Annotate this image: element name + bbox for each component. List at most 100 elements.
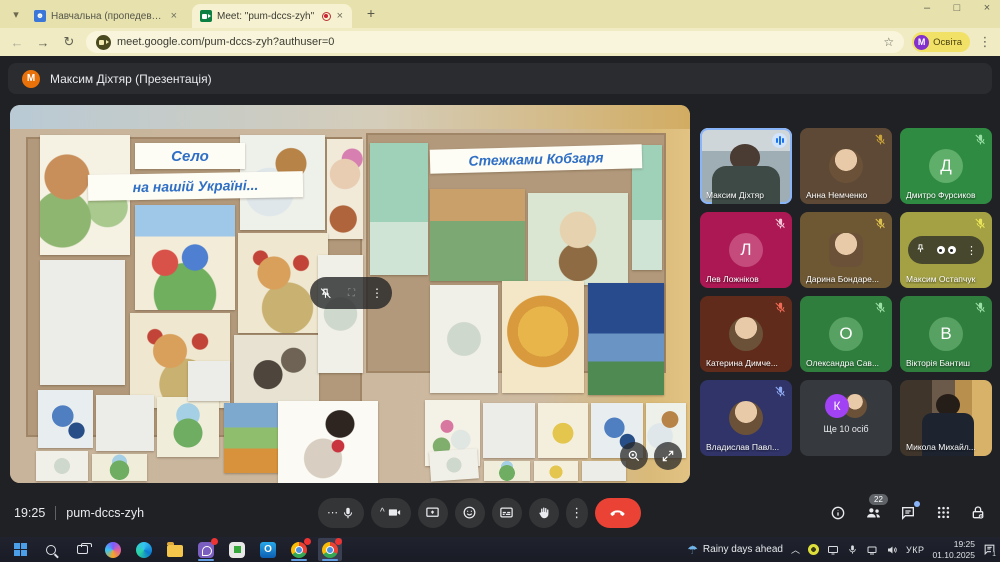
- taskbar-date: 01.10.2025: [932, 550, 975, 561]
- mic-control[interactable]: ⋯: [318, 498, 364, 528]
- meeting-details-button[interactable]: [828, 503, 848, 523]
- language-indicator[interactable]: УКР: [906, 545, 924, 555]
- running-indicator: [198, 559, 214, 561]
- video-options-icon[interactable]: ^: [380, 507, 385, 518]
- participant-tile[interactable]: В Вікторія Бантиш: [900, 296, 992, 372]
- drawing-paper: [534, 461, 578, 481]
- taskbar-search-button[interactable]: [39, 538, 63, 561]
- participant-name: Катерина Димче...: [706, 358, 786, 368]
- tray-overflow-chevron-icon[interactable]: ︿: [791, 543, 800, 556]
- taskbar-app-outlook[interactable]: O: [256, 538, 280, 561]
- forward-button[interactable]: →: [34, 35, 52, 50]
- leave-call-button[interactable]: [595, 498, 641, 528]
- volume-tray-icon[interactable]: [886, 544, 898, 556]
- participant-tile[interactable]: Катерина Димче...: [700, 296, 792, 372]
- reload-button[interactable]: ↻: [60, 34, 78, 50]
- close-tab-icon[interactable]: ×: [170, 10, 178, 22]
- address-bar[interactable]: meet.google.com/pum-dccs-zyh?authuser=0 …: [86, 31, 904, 53]
- drawing-paper: [36, 451, 88, 481]
- zoom-in-button[interactable]: [620, 442, 648, 470]
- more-options-button[interactable]: ⋮: [566, 498, 588, 528]
- pin-icon[interactable]: [915, 241, 926, 259]
- classroom-favicon-icon: ☻: [34, 10, 46, 22]
- unpin-icon[interactable]: [319, 287, 332, 300]
- search-icon: [46, 545, 56, 555]
- drawing-paper: [234, 335, 319, 407]
- captions-button[interactable]: [492, 498, 522, 528]
- raise-hand-button[interactable]: [529, 498, 559, 528]
- taskbar-app-store[interactable]: [225, 538, 249, 561]
- close-window-button[interactable]: ×: [980, 2, 994, 14]
- taskbar-app-edge[interactable]: [132, 538, 156, 561]
- audio-output-icon: [772, 133, 787, 148]
- weather-label: Rainy days ahead: [703, 544, 783, 555]
- expand-button[interactable]: [654, 442, 682, 470]
- drawing-paper: [40, 260, 125, 385]
- tile-more-options-icon[interactable]: ⋮: [966, 244, 977, 257]
- participant-tile[interactable]: ⋮ Максим Остапчук: [900, 212, 992, 288]
- microphone-tray-icon[interactable]: [847, 544, 858, 555]
- present-screen-button[interactable]: [418, 498, 448, 528]
- participant-tile[interactable]: Анна Немченко: [800, 128, 892, 204]
- participant-tile[interactable]: Микола Михайл...: [900, 380, 992, 456]
- display-tray-icon[interactable]: [827, 544, 839, 556]
- camera-control[interactable]: ^: [371, 498, 411, 528]
- drawing-paper: [528, 193, 628, 285]
- edge-icon: [136, 542, 152, 558]
- network-tray-icon[interactable]: [866, 544, 878, 556]
- start-button[interactable]: [8, 538, 32, 561]
- bookmark-star-icon[interactable]: ☆: [883, 35, 894, 49]
- taskbar-app-chrome[interactable]: [287, 538, 311, 561]
- mic-off-icon: [774, 301, 787, 314]
- taskbar-app-explorer[interactable]: [163, 538, 187, 561]
- participant-tile[interactable]: Л Лев Ложніков: [700, 212, 792, 288]
- activities-button[interactable]: [933, 503, 953, 523]
- camera-permission-icon[interactable]: [96, 35, 111, 50]
- notification-badge: [335, 538, 342, 545]
- avatar-initial: К: [825, 394, 849, 418]
- taskbar-app-chrome-active[interactable]: [318, 538, 342, 561]
- participant-overflow-tile[interactable]: К Ще 10 осіб: [800, 380, 892, 456]
- drawing-paper: [318, 255, 363, 373]
- taskbar-clock[interactable]: 19:25 01.10.2025: [932, 539, 975, 560]
- drawing-paper: [429, 448, 479, 481]
- chat-button[interactable]: [898, 503, 918, 523]
- reactions-button[interactable]: [455, 498, 485, 528]
- back-button[interactable]: ←: [8, 35, 26, 50]
- drawing-paper: [483, 403, 535, 458]
- browser-menu-icon[interactable]: ⋮: [978, 34, 992, 50]
- notification-badge: [211, 538, 218, 545]
- stage-more-options-icon[interactable]: ⋮: [371, 286, 383, 300]
- profile-chip[interactable]: M Освіта: [912, 32, 970, 52]
- taskbar-app-viber[interactable]: [194, 538, 218, 561]
- host-controls-button[interactable]: [968, 503, 988, 523]
- mic-off-icon: [874, 133, 887, 146]
- url-text[interactable]: meet.google.com/pum-dccs-zyh?authuser=0: [117, 36, 877, 48]
- participant-tile[interactable]: Максим Діхтяр: [700, 128, 792, 204]
- close-tab-icon[interactable]: ×: [336, 10, 344, 22]
- weather-widget[interactable]: ☂ Rainy days ahead: [687, 543, 783, 557]
- drawing-paper: [327, 139, 363, 239]
- tab-meet[interactable]: Meet: "pum-dccs-zyh" ×: [192, 4, 352, 28]
- presentation-stage[interactable]: Село на нашій Україні... Стежками Кобзар…: [10, 105, 690, 483]
- taskbar-app-copilot[interactable]: [101, 538, 125, 561]
- new-tab-button[interactable]: +: [362, 5, 380, 23]
- participant-tile[interactable]: Владислав Павл...: [700, 380, 792, 456]
- participant-name: Дарина Бондаре...: [806, 274, 886, 284]
- participants-button[interactable]: 22: [863, 503, 883, 523]
- participant-tile[interactable]: О Олександра Сав...: [800, 296, 892, 372]
- maximize-button[interactable]: □: [950, 2, 964, 14]
- participant-name: Максим Остапчук: [906, 274, 986, 284]
- participant-name: Владислав Павл...: [706, 442, 786, 452]
- participant-tile[interactable]: Д Дмитро Фурсиков: [900, 128, 992, 204]
- task-view-button[interactable]: [70, 538, 94, 561]
- audio-options-icon[interactable]: ⋯: [327, 506, 339, 519]
- tab-search-chevron-icon[interactable]: ▾: [8, 7, 24, 23]
- antivirus-tray-icon[interactable]: [808, 544, 819, 555]
- fullscreen-icon[interactable]: ⛶: [348, 288, 355, 299]
- participant-tile[interactable]: Дарина Бондаре...: [800, 212, 892, 288]
- minimize-button[interactable]: –: [920, 2, 934, 14]
- tab-classroom[interactable]: ☻ Навчальна (пропедевтична) ×: [26, 4, 186, 28]
- mic-off-icon: [974, 301, 987, 314]
- notification-center-button[interactable]: 1: [983, 543, 996, 556]
